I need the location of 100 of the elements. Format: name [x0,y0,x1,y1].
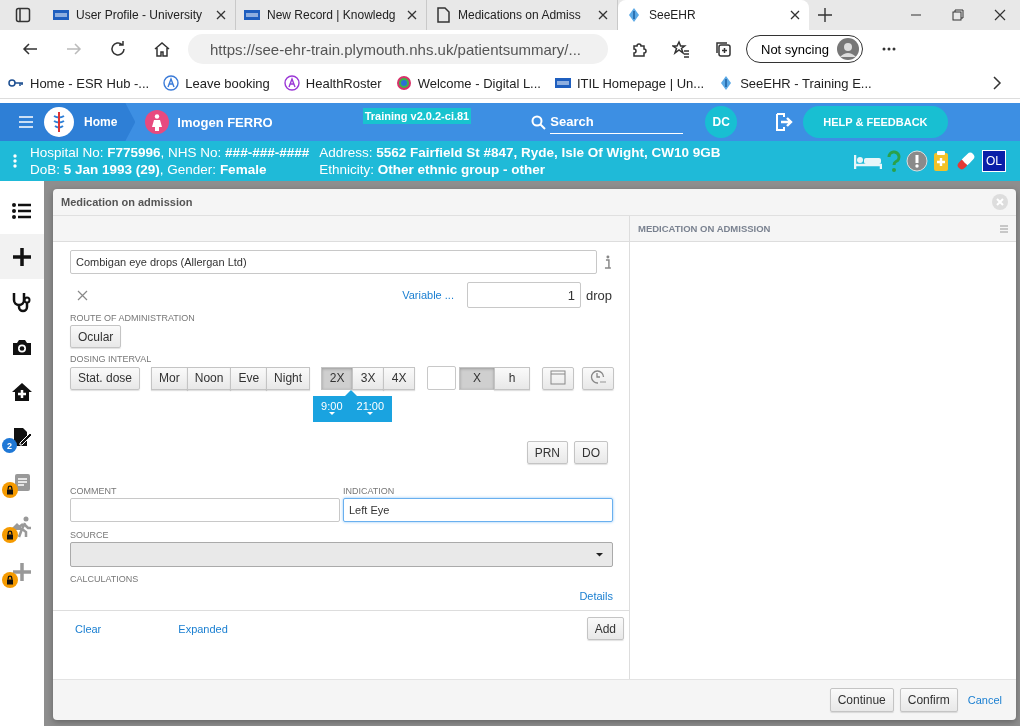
edit-note-icon [11,425,33,448]
time-of-day-button[interactable]: Noon [186,366,232,390]
house-plus-icon [11,380,33,403]
chevron-right-icon[interactable] [990,75,1004,91]
browser-tab[interactable]: SeeEHR [618,0,809,30]
logo-icon [554,75,571,91]
time-of-day-button[interactable]: Mor [151,366,188,390]
close-icon[interactable] [789,9,801,21]
patient-detail: Hospital No: F775996, NHS No: ###-###-#### [30,145,310,160]
field-label: CALCULATIONS [70,574,140,584]
letter-circle-icon [163,75,180,91]
continue-button[interactable]: Continue [829,688,894,712]
page-icon [435,7,451,23]
search-icon [531,114,547,130]
unit-label: drop [585,287,612,303]
field-label: ROUTE OF ADMINISTRATION [70,313,196,323]
stat-dose-button[interactable]: Stat. dose [70,366,141,390]
frequency-button[interactable]: 3X [352,366,385,390]
bookmark[interactable]: Home - ESR Hub -... [8,75,150,91]
expanded-link[interactable]: Expanded [178,622,228,635]
bookmark[interactable]: HealthRoster [283,75,382,91]
alert-icon[interactable] [906,150,928,172]
version-label: Training v2.0.2-ci.81 [362,108,472,124]
dialog-title: Medication on admission [61,196,194,208]
logo-icon [44,107,74,137]
indication-field[interactable]: Left Eye [343,498,613,522]
count-badge: 2 [2,438,17,453]
field-label: DOSING INTERVAL [70,354,153,364]
plus-icon [11,245,33,268]
lock-icon [2,572,18,588]
extensions-icon[interactable] [630,40,648,58]
info-icon[interactable] [603,254,613,270]
variable-link[interactable]: Variable ... [402,289,454,301]
walking-person-icon [11,515,33,538]
plus-icon [11,560,33,583]
route-button[interactable]: Ocular [70,325,122,348]
close-icon[interactable] [994,9,1006,21]
field-label: COMMENT [70,486,118,496]
profile-button[interactable]: Not syncing [746,35,863,63]
drug-field[interactable]: Combigan eye drops (Allergan Ltd) [70,250,598,274]
sidebar-item[interactable]: 2 [0,414,44,459]
female-icon [145,110,170,134]
schedule-button[interactable] [582,366,615,390]
sidebar-item[interactable] [0,234,44,279]
details-link[interactable]: Details [579,590,613,602]
interval-field[interactable] [427,366,457,390]
interval-unit-button[interactable]: X [459,366,496,390]
letter-circle-icon [283,75,300,91]
address-field[interactable]: https://see-ehr-train.plymouth.nhs.uk/patientsummary/... [188,34,608,64]
add-button[interactable]: Add [586,617,624,640]
new-tab-icon[interactable] [817,7,833,23]
restore-icon[interactable] [952,9,964,21]
time-of-day-button[interactable]: Eve [230,366,268,390]
close-icon[interactable] [406,9,418,21]
interval-unit-button[interactable]: h [494,366,531,390]
patient-detail: Address: 5562 Fairfield St #847, Ryde, Isle Of Wight, CW10 9GB [319,145,721,160]
comment-field[interactable] [70,498,340,522]
frequency-button[interactable]: 4X [383,366,416,390]
allergy-badge[interactable]: OL [982,150,1006,172]
search-field[interactable]: Search [550,110,684,134]
clear-icon[interactable] [77,289,88,301]
patient-detail: Ethnicity: Other ethnic group - other [319,162,546,177]
clipboard-icon[interactable] [932,150,950,172]
flag-button[interactable]: DO [574,441,608,464]
avatar-icon [836,38,859,60]
bookmark[interactable]: SeeEHR - Training E... [718,75,872,91]
bookmark[interactable]: Leave booking [163,75,270,91]
lock-icon [2,482,18,498]
cancel-link[interactable]: Cancel [967,694,1002,706]
field-label: INDICATION [343,486,396,496]
caret-down-icon [367,411,374,415]
stethoscope-icon [11,290,33,313]
favorites-icon[interactable] [672,40,690,58]
confirm-button[interactable]: Confirm [899,688,958,712]
patient-detail: DoB: 5 Jan 1993 (29), Gender: Female [30,162,268,177]
panel-title: MEDICATION ON ADMISSION [638,223,772,234]
dose-field[interactable]: 1 [466,282,581,308]
bookmark[interactable]: Welcome - Digital L... [395,75,541,91]
refresh-icon[interactable] [109,40,127,58]
menu-icon[interactable] [18,114,34,130]
home-link[interactable]: Home [84,115,118,129]
clock-icon [590,368,607,385]
logo-icon [53,7,69,23]
home-icon[interactable] [153,40,171,58]
clear-link[interactable]: Clear [75,622,102,635]
flag-button[interactable]: PRN [526,441,568,464]
lock-icon [2,527,18,543]
tab-actions-icon[interactable] [14,7,31,23]
logo-icon [244,7,260,23]
time-of-day-button[interactable]: Night [266,366,311,390]
collections-icon[interactable] [714,40,732,58]
close-icon[interactable] [597,9,609,21]
caret-down-icon [328,411,335,415]
bookmark[interactable]: ITIL Homepage | Un... [554,75,705,91]
caret-down-icon [596,552,603,557]
calendar-icon [550,368,567,385]
field-label: SOURCE [70,530,110,540]
frequency-button[interactable]: 2X [321,366,354,390]
close-icon[interactable] [215,9,227,21]
ring-icon [395,75,412,91]
